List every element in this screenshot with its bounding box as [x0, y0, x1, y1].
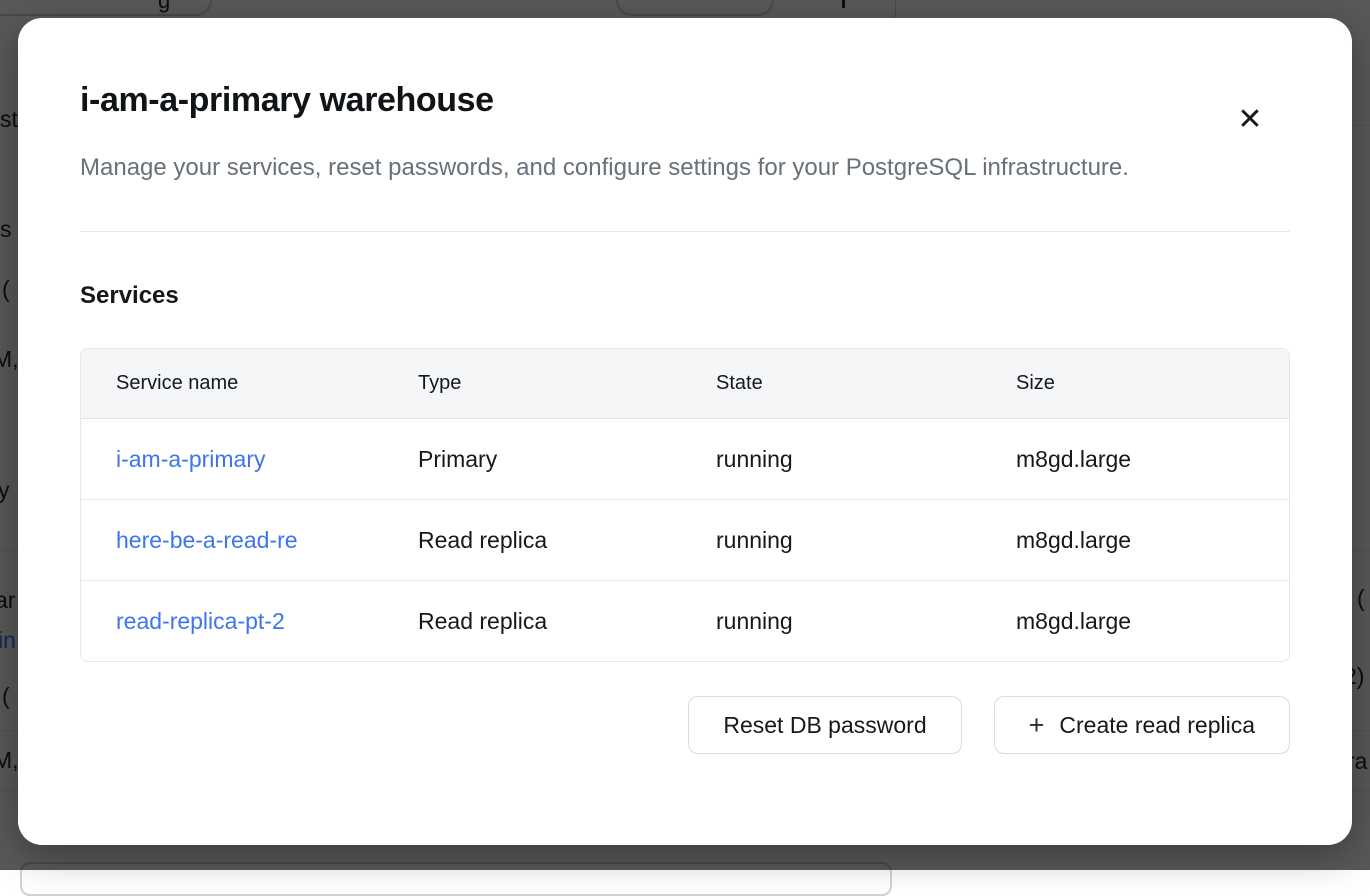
dialog-description: Manage your services, reset passwords, a… [80, 147, 1210, 189]
services-table: Service name Type State Size i-am-a-prim… [80, 348, 1290, 662]
column-header-service-name: Service name [81, 372, 383, 395]
reset-db-password-label: Reset DB password [723, 712, 926, 739]
table-row: read-replica-pt-2 Read replica running m… [81, 580, 1289, 661]
reset-db-password-button[interactable]: Reset DB password [688, 696, 961, 754]
column-header-state: State [681, 372, 981, 395]
create-read-replica-label: Create read replica [1059, 712, 1255, 739]
service-size: m8gd.large [981, 446, 1289, 473]
close-icon[interactable]: ✕ [1232, 102, 1268, 138]
service-state: running [681, 446, 981, 473]
service-size: m8gd.large [981, 608, 1289, 635]
service-link[interactable]: here-be-a-read-re [116, 527, 361, 554]
warehouse-dialog: ✕ i-am-a-primary warehouse Manage your s… [18, 18, 1352, 845]
divider [80, 231, 1290, 232]
service-state: running [681, 608, 981, 635]
column-header-type: Type [383, 372, 681, 395]
create-read-replica-button[interactable]: + Create read replica [994, 696, 1290, 754]
service-state: running [681, 527, 981, 554]
service-link[interactable]: i-am-a-primary [116, 446, 361, 473]
table-header-row: Service name Type State Size [81, 349, 1289, 419]
plus-icon: + [1029, 710, 1045, 741]
service-link[interactable]: read-replica-pt-2 [116, 608, 361, 635]
services-heading: Services [80, 282, 1290, 310]
dialog-title: i-am-a-primary warehouse [80, 82, 1290, 119]
table-row: i-am-a-primary Primary running m8gd.larg… [81, 419, 1289, 499]
service-type: Primary [383, 446, 681, 473]
dialog-footer: Reset DB password + Create read replica [80, 696, 1290, 754]
column-header-size: Size [981, 372, 1289, 395]
service-type: Read replica [383, 608, 681, 635]
table-row: here-be-a-read-re Read replica running m… [81, 499, 1289, 580]
service-type: Read replica [383, 527, 681, 554]
service-size: m8gd.large [981, 527, 1289, 554]
